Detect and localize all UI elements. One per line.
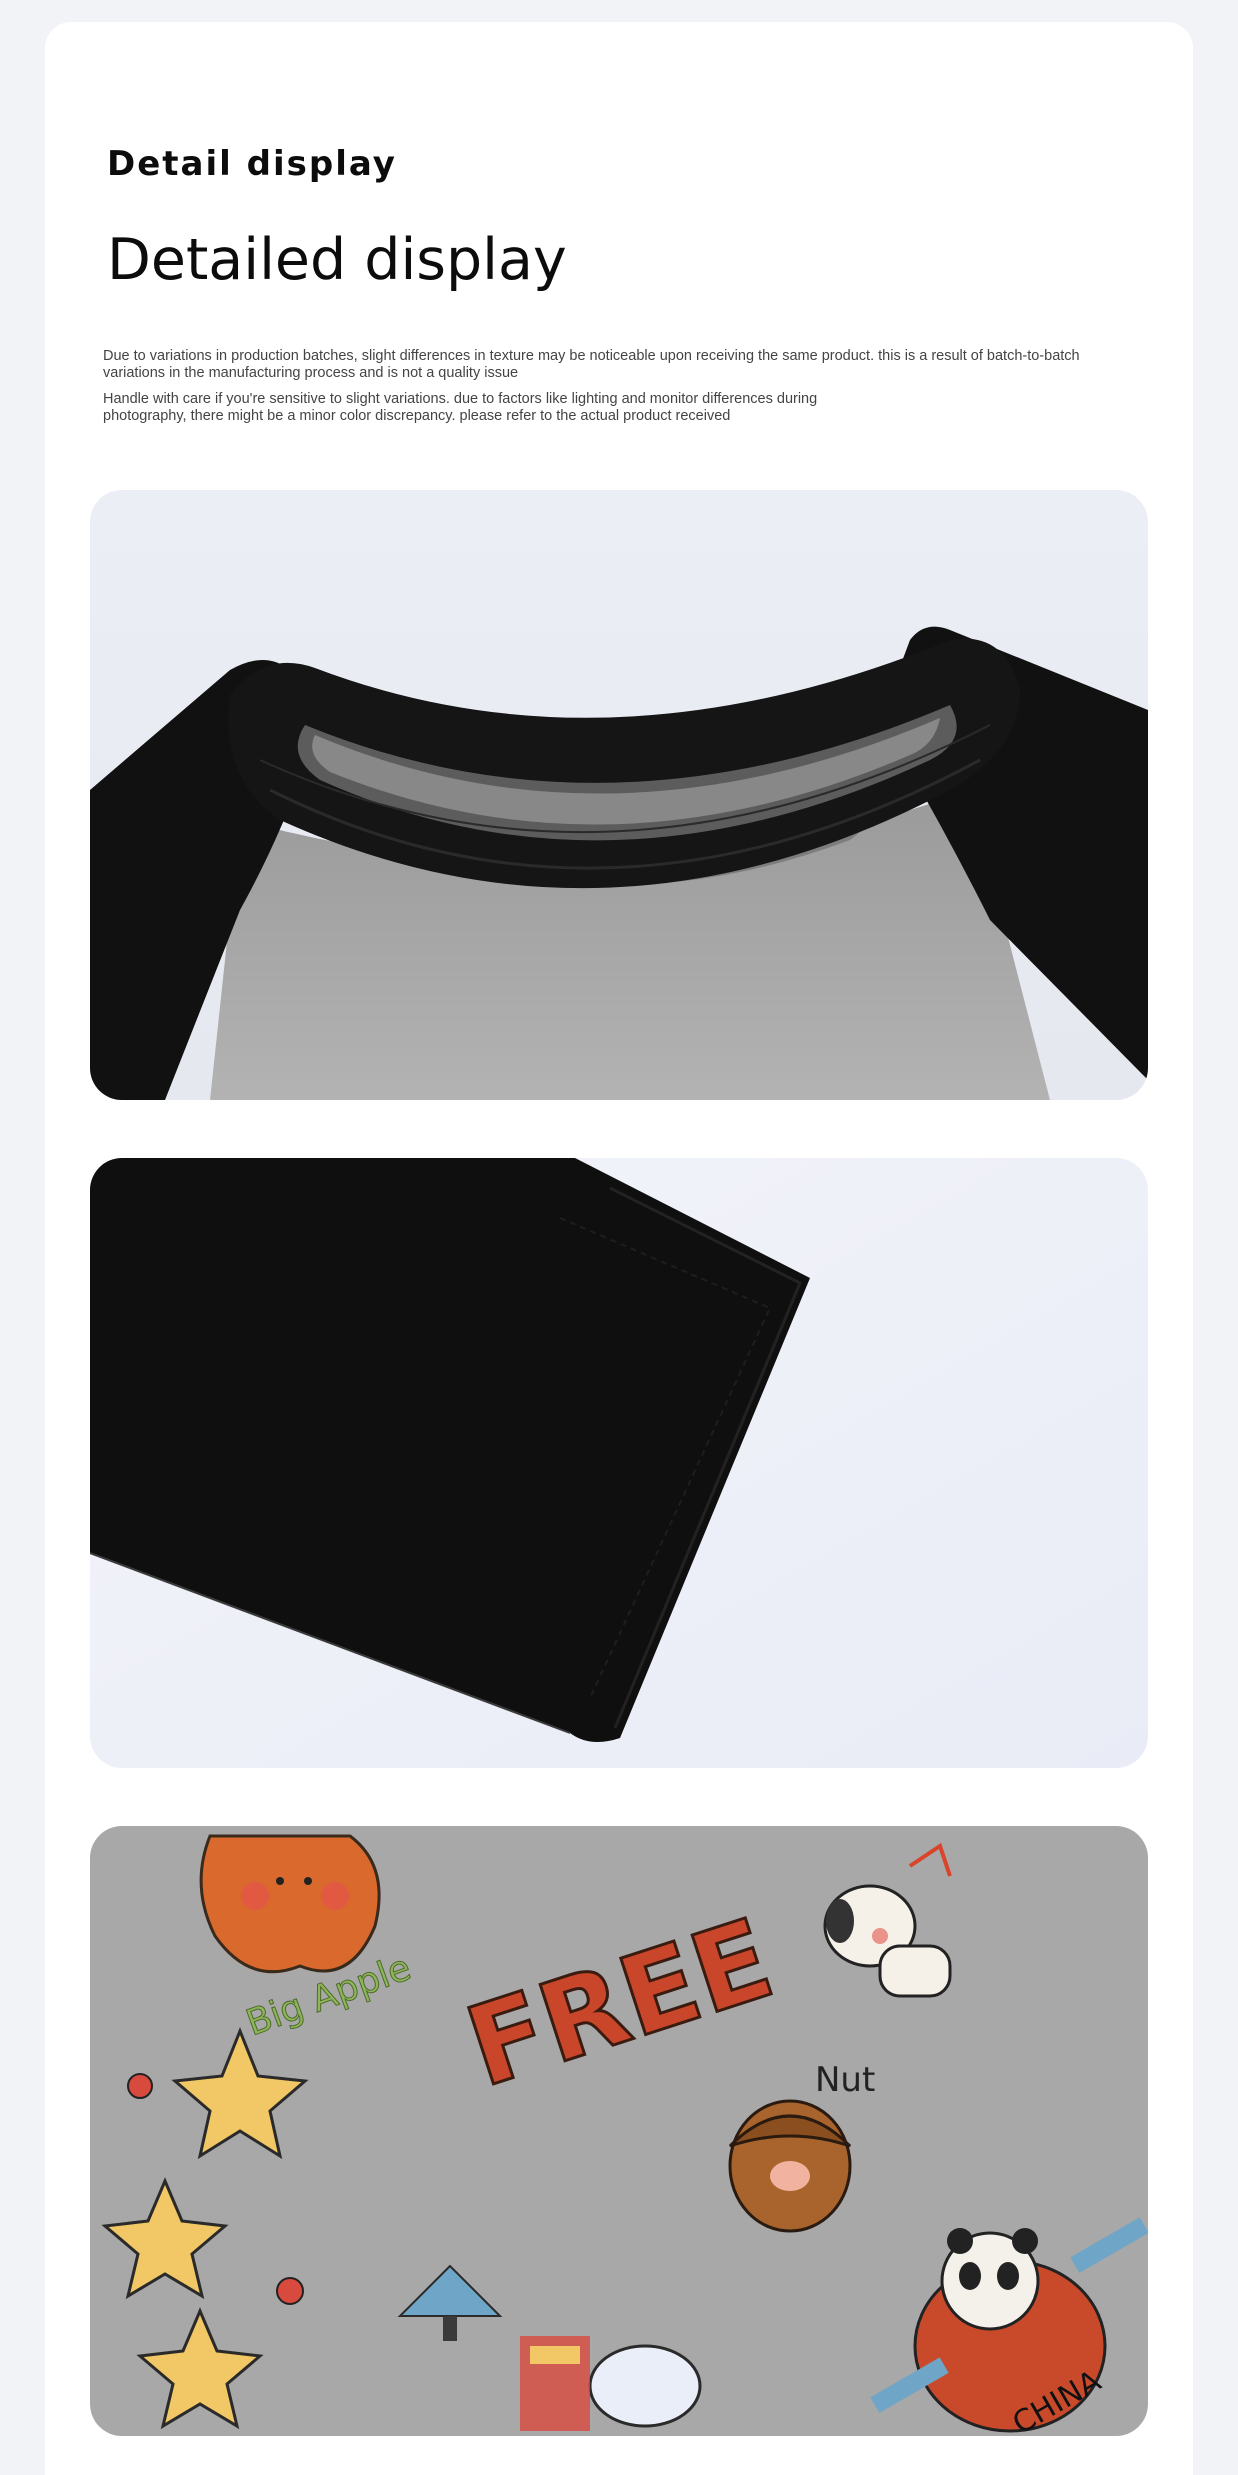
acorn-illustration [728, 2099, 852, 2233]
sleeve-detail-photo [90, 1158, 1148, 1768]
detail-card: Detail display Detailed display Due to v… [45, 22, 1193, 2475]
section-title: Detail display [107, 144, 397, 184]
nut-text: Nut [815, 2060, 875, 2100]
apple-illustration [199, 1834, 381, 1974]
batch-variation-note: Due to variations in production batches,… [103, 348, 1080, 381]
color-discrepancy-note: Handle with care if you're sensitive to … [103, 391, 818, 424]
section-heading: Detailed display [107, 227, 567, 293]
print-detail-photo: Big Apple FREE Nut CHINA [90, 1826, 1148, 2436]
collar-detail-photo [90, 490, 1148, 1100]
